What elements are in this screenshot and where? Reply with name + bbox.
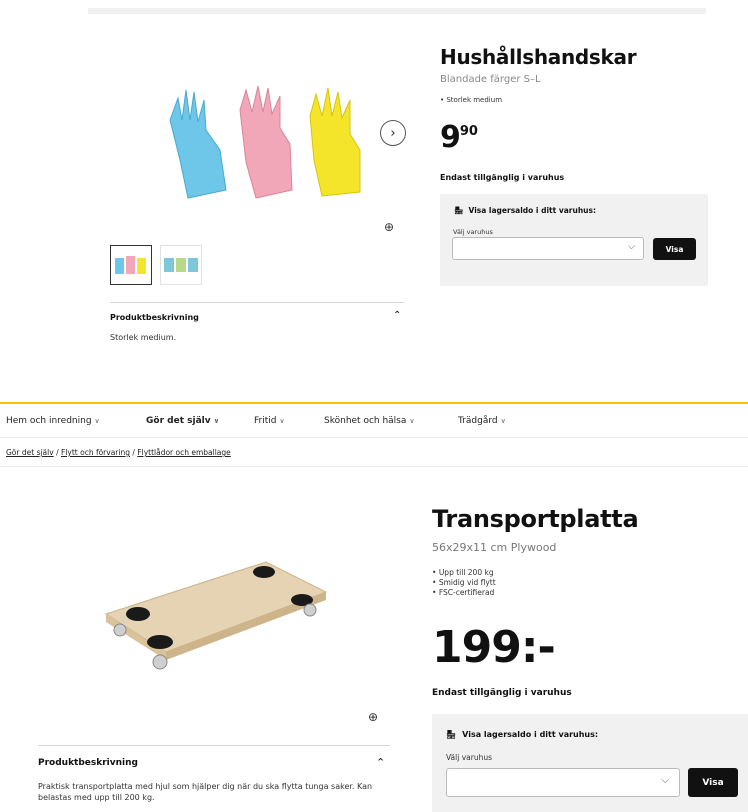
product-price: 199:- [432,622,556,673]
divider [0,466,748,467]
product-bullets: • Upp till 200 kg • Smidig vid flytt • F… [432,568,496,598]
bullet-text: Upp till 200 kg [438,568,494,577]
stock-check-box: 🏪︎ Visa lagersaldo i ditt varuhus: Välj … [432,714,748,812]
chevron-right-icon: › [390,125,396,141]
store-icon: 🏪︎ [446,730,457,739]
product-image-gloves[interactable] [160,80,390,200]
visa-button[interactable]: Visa [653,238,696,260]
stock-heading: 🏪︎ Visa lagersaldo i ditt varuhus: [446,730,598,739]
description-text: Storlek medium. [110,333,177,342]
bullet-text: Storlek medium [446,96,503,104]
product-title: Hushållshandskar [440,45,637,69]
divider [110,302,404,303]
chevron-down-icon: ∨ [213,417,220,425]
chevron-down-icon: ∨ [409,417,415,425]
stock-heading-text: Visa lagersaldo i ditt varuhus: [462,730,599,739]
breadcrumb-link[interactable]: Gör det själv [6,448,54,457]
product-bullet: • Upp till 200 kg [432,568,494,577]
chevron-down-icon: ⌵ [628,242,635,252]
nav-item-diy[interactable]: Gör det själv ∨ [146,416,219,426]
product-image-dolly[interactable] [96,552,336,672]
zoom-in-icon[interactable]: ⊕ [368,710,378,724]
product-subtitle: 56x29x11 cm Plywood [432,541,557,554]
breadcrumb-link[interactable]: Flytt och förvaring [61,448,130,457]
product-panel-dolly: Hem och inredning ∨ Gör det själv ∨ Fritid… [0,402,748,812]
chevron-down-icon: ∨ [94,417,100,425]
thumbnail-2[interactable] [160,245,202,285]
nav-label: Trädgård [458,416,498,426]
next-image-button[interactable]: › [380,120,406,146]
chevron-up-icon[interactable]: ⌃ [393,310,401,321]
chevron-down-icon: ⌵ [661,775,669,786]
breadcrumb: Gör det själv / Flytt och förvaring / Fl… [6,448,231,457]
chevron-up-icon[interactable]: ⌃ [376,756,385,769]
product-price: 990 [440,120,478,155]
stock-heading: 🏪︎ Visa lagersaldo i ditt varuhus: [454,206,596,215]
visa-button[interactable]: Visa [688,768,738,797]
gloves-thumbnail-icon [115,256,146,274]
store-select-label: Välj varuhus [446,753,492,762]
store-select[interactable]: ⌵ [452,237,644,260]
accent-bar [0,402,748,404]
breadcrumb-link[interactable]: Flyttlådor och emballage [137,448,230,457]
chevron-down-icon: ∨ [500,417,506,425]
chevron-down-icon: ∨ [279,417,285,425]
product-bullet: • Smidig vid flytt [432,578,496,587]
description-heading[interactable]: Produktbeskrivning [38,758,138,768]
nav-label: Hem och inredning [6,416,92,426]
store-select-label: Välj varuhus [453,228,493,236]
description-heading[interactable]: Produktbeskrivning [110,313,199,322]
divider [0,437,748,438]
nav-item-leisure[interactable]: Fritid ∨ [254,416,285,426]
nav-label: Skönhet och hälsa [324,416,407,426]
nav-item-home[interactable]: Hem och inredning ∨ [6,416,100,426]
nav-label: Fritid [254,416,277,426]
thumbnail-1[interactable] [110,245,152,285]
description-text: Praktisk transportplatta med hjul som hj… [38,782,373,802]
store-icon: 🏪︎ [454,206,464,215]
product-bullet: • FSC-certifierad [432,588,495,597]
divider [38,745,390,746]
bullet-text: FSC-certifierad [438,588,495,597]
nav-item-garden[interactable]: Trädgård ∨ [458,416,506,426]
store-select[interactable]: ⌵ [446,768,680,797]
product-subtitle: Blandade färger S–L [440,74,541,85]
breadcrumb-separator: / [132,448,135,457]
stock-check-box: 🏪︎ Visa lagersaldo i ditt varuhus: Välj … [440,194,708,286]
product-title: Transportplatta [432,505,639,533]
availability-text: Endast tillgänglig i varuhus [432,688,572,698]
price-main: 9 [440,120,461,155]
product-bullet: • Storlek medium [440,96,503,104]
main-nav: Hem och inredning ∨ Gör det själv ∨ Fritid… [0,416,748,436]
price-decimals: 90 [459,124,478,139]
top-strip [88,8,706,14]
availability-text: Endast tillgänglig i varuhus [440,173,565,182]
product-panel-gloves: › ⊕ Produktbeskrivning ⌃ Storlek medium.… [88,8,708,353]
bullet-text: Smidig vid flytt [438,578,496,587]
nav-label: Gör det själv [146,416,211,426]
package-thumbnail-icon [164,258,198,272]
stock-heading-text: Visa lagersaldo i ditt varuhus: [468,206,596,215]
nav-item-beauty[interactable]: Skönhet och hälsa ∨ [324,416,415,426]
breadcrumb-separator: / [56,448,59,457]
zoom-in-icon[interactable]: ⊕ [384,220,394,234]
